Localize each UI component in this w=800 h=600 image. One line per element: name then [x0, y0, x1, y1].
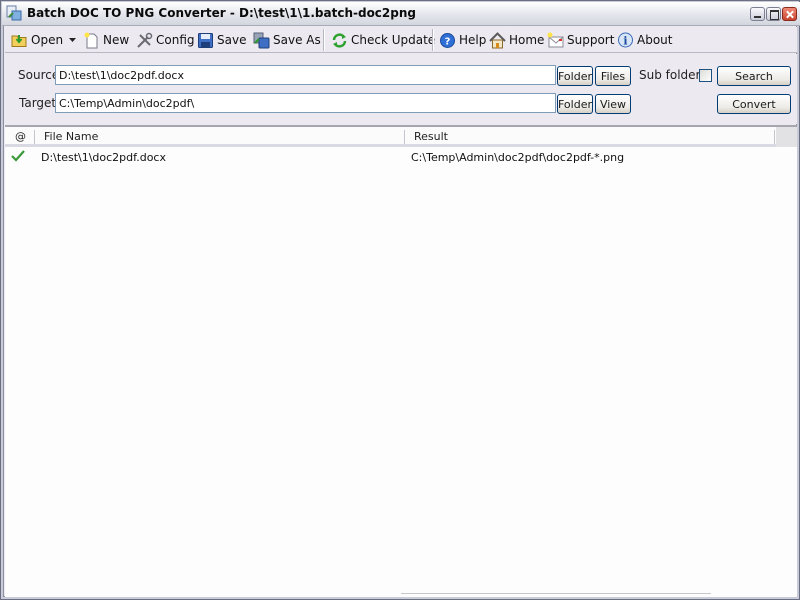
source-files-button[interactable]: Files [595, 66, 631, 86]
column-divider[interactable] [34, 130, 35, 144]
result-cell: C:\Temp\Admin\doc2pdf\doc2pdf-*.png [411, 151, 625, 164]
about-button[interactable]: i About [617, 30, 672, 50]
close-button[interactable] [782, 7, 797, 21]
header-filler [776, 127, 797, 147]
options-panel: Source Folder Files Sub folders Search T… [5, 54, 797, 124]
checkmark-icon [11, 150, 25, 162]
floppy-icon [198, 32, 213, 48]
subfolders-label: Sub folders [639, 68, 707, 82]
divider [401, 593, 711, 594]
new-button[interactable]: New [83, 30, 129, 50]
toolbar-separator [432, 29, 433, 51]
minimize-button[interactable] [750, 7, 765, 21]
open-dropdown-arrow[interactable] [69, 30, 76, 50]
open-button[interactable]: Open [11, 30, 63, 50]
file-list[interactable]: @ File Name Result D:\test\1\doc2pdf.doc… [5, 125, 797, 597]
svg-text:i: i [623, 34, 627, 47]
tools-icon [137, 32, 153, 48]
target-label: Target [19, 96, 57, 110]
list-header: @ File Name Result [5, 127, 797, 147]
source-input[interactable] [55, 65, 556, 85]
open-folder-icon [11, 34, 27, 47]
mail-icon [547, 32, 564, 47]
column-divider[interactable] [774, 130, 775, 144]
info-icon: i [618, 32, 633, 47]
column-header-file-name[interactable]: File Name [44, 130, 98, 143]
save-button[interactable]: Save [197, 30, 246, 50]
support-button[interactable]: Support [547, 30, 614, 50]
app-window: Batch DOC TO PNG Converter - D:\test\1\1… [0, 0, 800, 600]
search-button[interactable]: Search [717, 66, 791, 86]
target-folder-button[interactable]: Folder [557, 94, 593, 114]
toolbar-separator [323, 29, 324, 51]
check-update-button[interactable]: Check Update [331, 30, 435, 50]
save-as-icon [253, 32, 270, 48]
help-button[interactable]: ? Help [439, 30, 486, 50]
column-header-status[interactable]: @ [15, 130, 26, 143]
file-name-cell: D:\test\1\doc2pdf.docx [41, 151, 166, 164]
app-icon [6, 5, 22, 21]
convert-button[interactable]: Convert [717, 94, 791, 114]
source-folder-button[interactable]: Folder [557, 66, 593, 86]
source-label: Source [18, 68, 60, 82]
table-row[interactable]: D:\test\1\doc2pdf.docx C:\Temp\Admin\doc… [5, 149, 797, 167]
maximize-button[interactable] [766, 7, 781, 21]
title-bar[interactable]: Batch DOC TO PNG Converter - D:\test\1\1… [2, 2, 800, 26]
subfolders-checkbox[interactable] [699, 69, 712, 82]
refresh-icon [332, 32, 347, 48]
home-button[interactable]: Home [489, 30, 544, 50]
view-button[interactable]: View [595, 94, 631, 114]
chevron-down-icon [69, 38, 76, 42]
toolbar: Open New Config Save Save As Check Updat… [5, 27, 797, 53]
svg-text:?: ? [445, 36, 451, 47]
new-file-icon [84, 32, 98, 48]
help-icon: ? [440, 32, 455, 48]
window-title: Batch DOC TO PNG Converter - D:\test\1\1… [27, 6, 416, 20]
home-icon [489, 31, 506, 48]
target-input[interactable] [55, 93, 556, 113]
config-button[interactable]: Config [136, 30, 195, 50]
column-divider[interactable] [404, 130, 405, 144]
column-header-result[interactable]: Result [414, 130, 448, 143]
save-as-button[interactable]: Save As [253, 30, 321, 50]
